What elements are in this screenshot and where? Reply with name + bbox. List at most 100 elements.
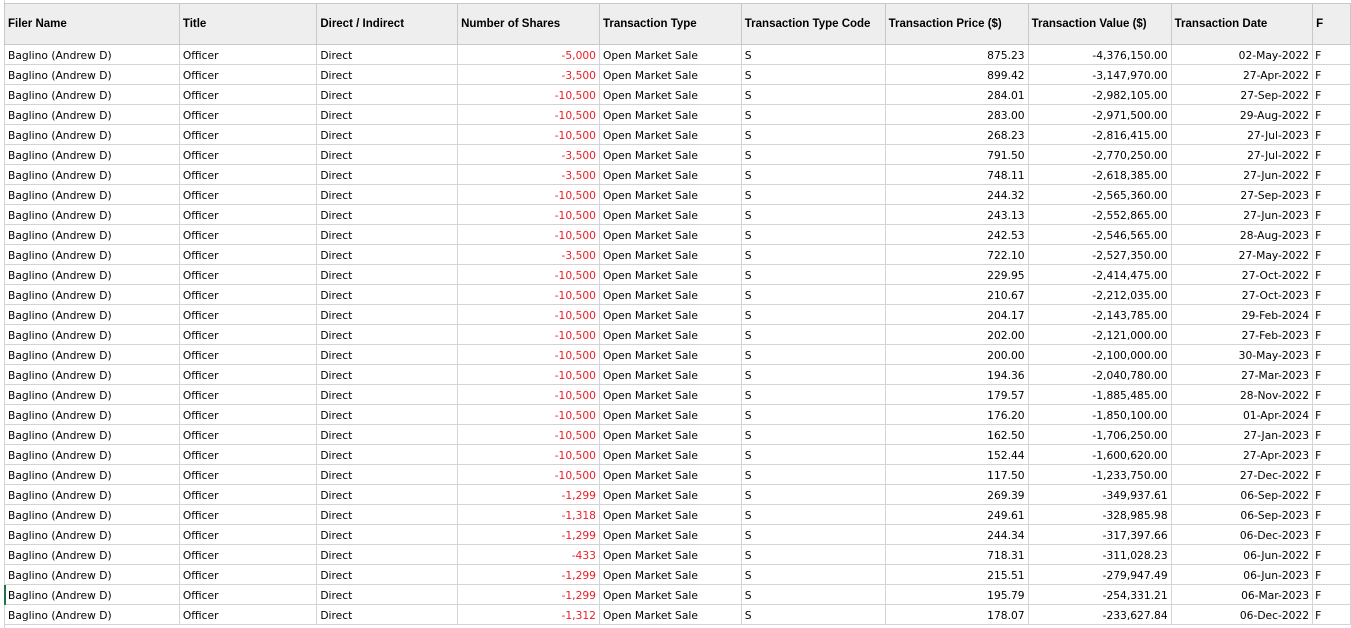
header-transaction-type-code[interactable]: Transaction Type Code — [740, 3, 886, 45]
cell-transaction-type[interactable]: Open Market Sale — [598, 564, 742, 585]
cell-next-column[interactable]: F — [1312, 504, 1351, 525]
cell-next-column[interactable]: F — [1312, 244, 1351, 265]
cell-transaction-value[interactable]: -349,937.61 — [1027, 484, 1172, 505]
cell-transaction-price[interactable]: 152.44 — [884, 444, 1029, 465]
cell-next-column[interactable]: F — [1312, 224, 1351, 245]
cell-transaction-price[interactable]: 162.50 — [884, 424, 1029, 445]
cell-number-of-shares[interactable]: -10,500 — [457, 444, 600, 465]
cell-transaction-type-code[interactable]: S — [740, 604, 886, 625]
cell-transaction-value[interactable]: -1,233,750.00 — [1027, 464, 1172, 485]
cell-transaction-price[interactable]: 899.42 — [884, 64, 1029, 85]
cell-transaction-type[interactable]: Open Market Sale — [598, 84, 742, 105]
cell-number-of-shares[interactable]: -10,500 — [457, 184, 600, 205]
cell-transaction-type-code[interactable]: S — [740, 224, 886, 245]
cell-title[interactable]: Officer — [178, 564, 318, 585]
cell-transaction-date[interactable]: 27-Apr-2022 — [1170, 64, 1314, 85]
header-number-of-shares[interactable]: Number of Shares — [457, 3, 600, 45]
cell-direct-indirect[interactable]: Direct — [316, 504, 459, 525]
cell-transaction-type[interactable]: Open Market Sale — [598, 344, 742, 365]
cell-direct-indirect[interactable]: Direct — [316, 244, 459, 265]
cell-number-of-shares[interactable]: -10,500 — [457, 264, 600, 285]
cell-transaction-type-code[interactable]: S — [740, 124, 886, 145]
cell-transaction-type-code[interactable]: S — [740, 404, 886, 425]
cell-direct-indirect[interactable]: Direct — [316, 524, 459, 545]
cell-transaction-date[interactable]: 28-Aug-2023 — [1170, 224, 1314, 245]
cell-transaction-value[interactable]: -2,121,000.00 — [1027, 324, 1172, 345]
cell-transaction-value[interactable]: -2,552,865.00 — [1027, 204, 1172, 225]
cell-next-column[interactable]: F — [1312, 84, 1351, 105]
cell-number-of-shares[interactable]: -10,500 — [457, 404, 600, 425]
cell-number-of-shares[interactable]: -10,500 — [457, 324, 600, 345]
cell-filer-name[interactable]: Baglino (Andrew D) — [4, 224, 180, 245]
cell-next-column[interactable]: F — [1312, 324, 1351, 345]
cell-next-column[interactable]: F — [1312, 524, 1351, 545]
cell-next-column[interactable]: F — [1312, 544, 1351, 565]
cell-filer-name[interactable]: Baglino (Andrew D) — [4, 184, 180, 205]
cell-next-column[interactable]: F — [1312, 144, 1351, 165]
cell-transaction-date[interactable]: 06-Dec-2022 — [1170, 604, 1314, 625]
cell-transaction-type[interactable]: Open Market Sale — [598, 464, 742, 485]
header-transaction-price[interactable]: Transaction Price ($) — [884, 3, 1029, 45]
cell-title[interactable]: Officer — [178, 164, 318, 185]
cell-transaction-value[interactable]: -328,985.98 — [1027, 504, 1172, 525]
cell-number-of-shares[interactable]: -3,500 — [457, 144, 600, 165]
cell-direct-indirect[interactable]: Direct — [316, 124, 459, 145]
cell-number-of-shares[interactable]: -10,500 — [457, 464, 600, 485]
cell-filer-name[interactable]: Baglino (Andrew D) — [4, 344, 180, 365]
cell-transaction-price[interactable]: 194.36 — [884, 364, 1029, 385]
cell-transaction-price[interactable]: 875.23 — [884, 44, 1029, 65]
cell-direct-indirect[interactable]: Direct — [316, 144, 459, 165]
cell-title[interactable]: Officer — [178, 264, 318, 285]
cell-transaction-type[interactable]: Open Market Sale — [598, 424, 742, 445]
cell-transaction-value[interactable]: -311,028.23 — [1027, 544, 1172, 565]
cell-transaction-date[interactable]: 28-Nov-2022 — [1170, 384, 1314, 405]
cell-direct-indirect[interactable]: Direct — [316, 284, 459, 305]
cell-direct-indirect[interactable]: Direct — [316, 324, 459, 345]
cell-transaction-price[interactable]: 748.11 — [884, 164, 1029, 185]
cell-transaction-type[interactable]: Open Market Sale — [598, 384, 742, 405]
cell-title[interactable]: Officer — [178, 444, 318, 465]
cell-direct-indirect[interactable]: Direct — [316, 64, 459, 85]
cell-transaction-price[interactable]: 178.07 — [884, 604, 1029, 625]
cell-transaction-price[interactable]: 722.10 — [884, 244, 1029, 265]
cell-direct-indirect[interactable]: Direct — [316, 584, 459, 605]
cell-next-column[interactable]: F — [1312, 164, 1351, 185]
cell-title[interactable]: Officer — [178, 324, 318, 345]
cell-filer-name[interactable]: Baglino (Andrew D) — [4, 524, 180, 545]
cell-direct-indirect[interactable]: Direct — [316, 264, 459, 285]
cell-transaction-value[interactable]: -2,527,350.00 — [1027, 244, 1172, 265]
cell-transaction-type[interactable]: Open Market Sale — [598, 104, 742, 125]
cell-title[interactable]: Officer — [178, 404, 318, 425]
cell-transaction-value[interactable]: -4,376,150.00 — [1027, 44, 1172, 65]
cell-transaction-value[interactable]: -2,040,780.00 — [1027, 364, 1172, 385]
cell-number-of-shares[interactable]: -5,000 — [457, 44, 600, 65]
cell-transaction-type[interactable]: Open Market Sale — [598, 144, 742, 165]
cell-title[interactable]: Officer — [178, 384, 318, 405]
cell-number-of-shares[interactable]: -1,299 — [457, 584, 600, 605]
cell-transaction-date[interactable]: 27-Oct-2022 — [1170, 264, 1314, 285]
cell-number-of-shares[interactable]: -10,500 — [457, 344, 600, 365]
cell-transaction-price[interactable]: 202.00 — [884, 324, 1029, 345]
cell-transaction-value[interactable]: -2,565,360.00 — [1027, 184, 1172, 205]
cell-title[interactable]: Officer — [178, 544, 318, 565]
cell-filer-name[interactable]: Baglino (Andrew D) — [4, 564, 180, 585]
cell-next-column[interactable]: F — [1312, 104, 1351, 125]
cell-filer-name[interactable]: Baglino (Andrew D) — [4, 604, 180, 625]
cell-title[interactable]: Officer — [178, 104, 318, 125]
cell-filer-name[interactable]: Baglino (Andrew D) — [4, 304, 180, 325]
cell-transaction-date[interactable]: 27-Jun-2022 — [1170, 164, 1314, 185]
cell-transaction-value[interactable]: -2,100,000.00 — [1027, 344, 1172, 365]
cell-filer-name[interactable]: Baglino (Andrew D) — [4, 464, 180, 485]
cell-transaction-date[interactable]: 27-Jun-2023 — [1170, 204, 1314, 225]
cell-filer-name[interactable]: Baglino (Andrew D) — [4, 444, 180, 465]
cell-transaction-price[interactable]: 176.20 — [884, 404, 1029, 425]
cell-number-of-shares[interactable]: -1,299 — [457, 484, 600, 505]
cell-filer-name[interactable]: Baglino (Andrew D) — [4, 544, 180, 565]
cell-transaction-type-code[interactable]: S — [740, 524, 886, 545]
cell-transaction-type[interactable]: Open Market Sale — [598, 204, 742, 225]
cell-transaction-date[interactable]: 06-Sep-2022 — [1170, 484, 1314, 505]
cell-next-column[interactable]: F — [1312, 364, 1351, 385]
cell-number-of-shares[interactable]: -10,500 — [457, 224, 600, 245]
cell-title[interactable]: Officer — [178, 364, 318, 385]
cell-title[interactable]: Officer — [178, 224, 318, 245]
